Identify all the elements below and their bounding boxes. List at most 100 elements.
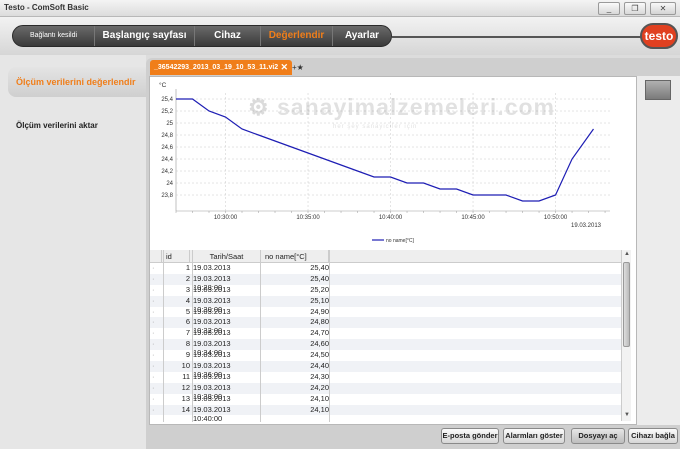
table-row[interactable]: ·519.03.2013 10:31:0024,90 bbox=[150, 306, 621, 325]
row-marker: · bbox=[152, 263, 155, 272]
right-toolbar bbox=[637, 76, 680, 425]
send-email-button[interactable]: E-posta gönder bbox=[441, 428, 499, 444]
connect-device-button[interactable]: Cihazı bağla bbox=[628, 428, 678, 444]
y-tick-label: 24,2 bbox=[161, 169, 173, 175]
scrollbar-thumb[interactable] bbox=[623, 262, 630, 347]
table-row[interactable]: ·719.03.2013 10:33:0024,70 bbox=[150, 328, 621, 346]
cell-value: 25,40 bbox=[310, 273, 329, 283]
y-tick-label: 25 bbox=[166, 121, 173, 127]
sidebar-item-evaluate[interactable]: Ölçüm verilerini değerlendir bbox=[8, 67, 146, 97]
testo-logo: testo bbox=[640, 23, 678, 49]
column-header-value[interactable]: no name[°C] bbox=[263, 250, 329, 262]
cell-value: 24,40 bbox=[310, 361, 329, 371]
y-tick-label: 24 bbox=[166, 181, 173, 187]
cell-id: 8 bbox=[185, 339, 190, 349]
row-marker: · bbox=[152, 404, 155, 414]
x-axis-date: 19.03.2013 bbox=[571, 223, 602, 229]
nav-home[interactable]: Başlangıç sayfası bbox=[95, 26, 195, 46]
watermark: ⚙ sanayimalzemeleri.com bbox=[248, 94, 555, 121]
cell-value: 24,20 bbox=[310, 382, 329, 392]
y-axis-ticks: 25,4 25,2 25 24,8 24,6 24,4 24,2 24 23,8 bbox=[161, 97, 173, 199]
scroll-down-icon[interactable]: ▼ bbox=[623, 412, 631, 420]
cell-value: 24,10 bbox=[310, 393, 329, 403]
x-tick-label: 10:35:00 bbox=[296, 215, 320, 221]
x-tick-label: 10:45:00 bbox=[461, 215, 485, 221]
table-row[interactable]: · 6 19.03.2013 10:32:00 24,80 bbox=[150, 317, 621, 335]
y-axis-label: °C bbox=[159, 81, 167, 89]
cell-id: 12 bbox=[181, 382, 190, 392]
nav-device[interactable]: Cihaz bbox=[195, 26, 261, 46]
column-header-datetime[interactable]: Tarih/Saat bbox=[193, 250, 261, 262]
minimize-button[interactable]: _ bbox=[598, 2, 620, 15]
cell-id: 4 bbox=[185, 295, 190, 305]
table-row[interactable]: · 8 19.03.2013 10:34:00 24,60 bbox=[150, 339, 621, 357]
row-marker: · bbox=[152, 295, 155, 305]
chart-legend: no name[°C] bbox=[372, 238, 414, 244]
cell-value: 24,90 bbox=[310, 306, 329, 316]
file-tab[interactable]: _36542293_2013_03_19_10_53_11.vi2 ✕ bbox=[150, 60, 292, 75]
row-marker: · bbox=[152, 350, 155, 360]
watermark-text: sanayimalzemeleri.com bbox=[277, 94, 555, 120]
sidebar-item-export[interactable]: Ölçüm verilerini aktar bbox=[16, 121, 98, 130]
row-marker: · bbox=[152, 273, 155, 283]
cell-datetime: 19.03.2013 10:40:00 bbox=[193, 404, 231, 423]
table-row[interactable]: · 12 19.03.2013 10:38:00 24,20 bbox=[150, 382, 621, 401]
table-row[interactable]: · 14 19.03.2013 10:40:00 24,10 bbox=[150, 404, 621, 423]
column-header-id[interactable]: id bbox=[164, 250, 190, 262]
nav-settings[interactable]: Ayarlar bbox=[333, 26, 391, 46]
cell-id: 1 bbox=[185, 263, 190, 272]
table-row[interactable]: · 2 19.03.2013 10:28:00 25,40 bbox=[150, 273, 621, 292]
table-scrollbar[interactable]: ▲ ▼ bbox=[621, 250, 631, 421]
table-row[interactable]: · 10 19.03.2013 10:36:00 24,40 bbox=[150, 361, 621, 379]
table-row[interactable]: ·1319.03.2013 10:39:0024,10 bbox=[150, 393, 621, 412]
row-marker: · bbox=[152, 361, 155, 371]
row-marker: · bbox=[152, 328, 155, 338]
maximize-button[interactable]: ❐ bbox=[624, 2, 646, 15]
show-alarms-button[interactable]: Alarmları göster bbox=[503, 428, 565, 444]
table-row[interactable]: ·919.03.2013 10:35:0024,50 bbox=[150, 350, 621, 368]
chart-options-icon[interactable] bbox=[645, 80, 671, 100]
y-tick-label: 24,4 bbox=[161, 157, 173, 163]
y-tick-label: 25,4 bbox=[161, 97, 173, 103]
cell-id: 10 bbox=[181, 361, 190, 371]
x-tick-label: 10:30:00 bbox=[214, 215, 238, 221]
row-marker: · bbox=[152, 393, 155, 403]
open-file-button[interactable]: Dosyayı aç bbox=[571, 428, 625, 444]
y-tick-label: 24,8 bbox=[161, 133, 173, 139]
close-icon: ✕ bbox=[659, 4, 667, 13]
table-row[interactable]: · 4 19.03.2013 10:30:00 25,10 bbox=[150, 295, 621, 314]
data-table: id Tarih/Saat no name[°C] · 1 19.03.2013 1… bbox=[150, 250, 621, 423]
watermark-subtext: her şey sanayiciler için bbox=[333, 124, 418, 130]
x-axis-ticks: 10:30:00 10:35:00 10:40:00 10:45:00 10:50:00 bbox=[175, 211, 606, 221]
legend-label: no name[°C] bbox=[386, 238, 414, 244]
close-window-button[interactable]: ✕ bbox=[650, 2, 676, 15]
cell-value: 24,60 bbox=[310, 339, 329, 349]
cell-id: 14 bbox=[181, 404, 190, 414]
scroll-up-icon[interactable]: ▲ bbox=[623, 251, 631, 259]
tab-close-icon[interactable]: ✕ bbox=[280, 60, 288, 75]
header-spacer bbox=[152, 250, 162, 262]
x-tick-label: 10:50:00 bbox=[544, 215, 568, 221]
cell-value: 24,70 bbox=[310, 328, 329, 338]
table-row[interactable]: ·119.03.2013 10:27:0025,40 bbox=[150, 263, 621, 281]
cell-value: 25,40 bbox=[310, 263, 329, 272]
cell-id: 9 bbox=[185, 350, 190, 360]
row-marker: · bbox=[152, 317, 155, 327]
cell-value: 24,10 bbox=[310, 404, 329, 414]
y-tick-label: 25,2 bbox=[161, 109, 173, 115]
nav-connection-status[interactable]: Bağlantı kesildi bbox=[13, 26, 95, 46]
table-row[interactable]: ·1119.03.2013 10:37:0024,30 bbox=[150, 371, 621, 390]
nav-evaluate[interactable]: Değerlendir bbox=[261, 26, 333, 46]
new-tab-icon[interactable]: +★ bbox=[292, 63, 306, 75]
menu-divider bbox=[392, 36, 647, 38]
column-divider bbox=[163, 250, 164, 422]
cell-id: 6 bbox=[185, 317, 190, 327]
table-row[interactable]: ·319.03.2013 10:29:0025,20 bbox=[150, 285, 621, 303]
maximize-icon: ❐ bbox=[631, 4, 639, 13]
row-marker: · bbox=[152, 382, 155, 392]
cell-id: 5 bbox=[185, 306, 190, 316]
cell-value: 24,80 bbox=[310, 317, 329, 327]
row-marker: · bbox=[152, 339, 155, 349]
table-header: id Tarih/Saat no name[°C] bbox=[150, 250, 621, 263]
cell-id: 11 bbox=[182, 371, 190, 381]
